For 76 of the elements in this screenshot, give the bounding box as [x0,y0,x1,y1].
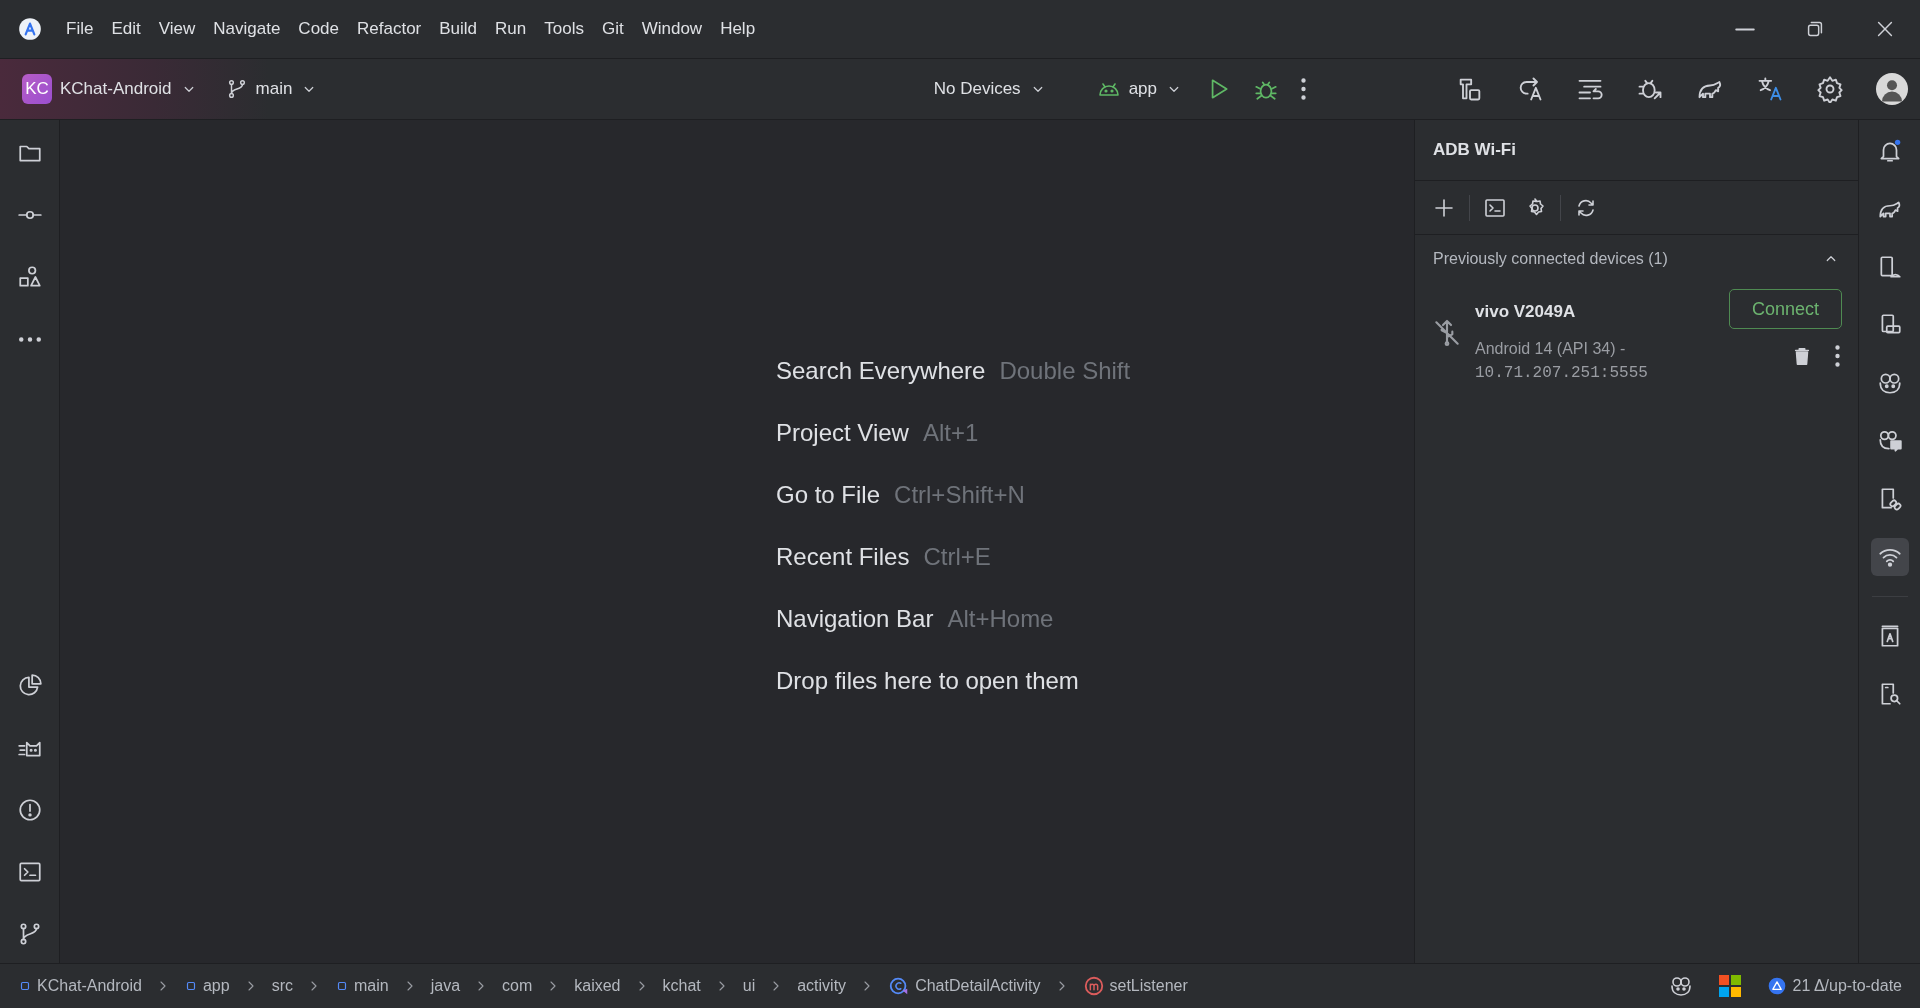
hint-shortcut: Alt+1 [922,418,979,448]
pie-chart-icon [16,673,43,699]
module-icon [18,979,32,993]
hint-action: Drop files here to open them [776,666,1079,696]
menu-item[interactable]: View [152,14,202,44]
menu-item[interactable]: Build [433,14,484,44]
breadcrumb-item[interactable]: main [335,974,389,998]
settings-button[interactable] [1816,75,1844,103]
hint-shortcut: Alt+Home [947,604,1054,634]
app-logo-icon [17,16,43,42]
menu-item[interactable]: Git [595,14,630,44]
hint-shortcut: Double Shift [999,356,1131,386]
bot-chat-icon [1876,428,1903,454]
hint-action: Go to File [776,480,881,510]
project-selector[interactable]: KC KChat-Android [22,74,198,104]
device-label: No Devices [933,78,1021,101]
breadcrumb-item[interactable]: KChat-Android [18,974,142,998]
breadcrumb-item[interactable]: src [271,974,293,998]
breadcrumb-item[interactable]: setListener [1082,974,1188,998]
bot-icon[interactable] [1668,974,1693,998]
four-squares-icon[interactable] [1718,975,1741,997]
hint-action: Project View [776,418,909,448]
more-button[interactable] [1835,345,1840,367]
breadcrumb-item[interactable]: kchat [662,974,701,998]
shapes-icon [16,264,43,290]
menu-item[interactable]: Code [292,14,345,44]
more-vertical-icon [1835,345,1840,367]
hint-action: Recent Files [776,542,910,572]
device-address: 10.71.207.251:5555 [1475,362,1649,384]
breadcrumb-item[interactable]: app [183,974,230,998]
section-title: Previously connected devices (1) [1433,249,1668,269]
connect-button[interactable]: Connect [1728,289,1842,329]
menu-item[interactable]: Run [489,14,533,44]
breadcrumb-item[interactable]: ChatDetailActivity [888,974,1041,998]
menu-item[interactable]: Help [714,14,762,44]
run-configuration-selector[interactable]: app [1096,76,1183,102]
more-button[interactable] [1301,78,1306,100]
project-badge: KC [22,74,52,104]
menu-item[interactable]: Navigate [207,14,287,44]
device-description: Android 14 (API 34) - [1475,338,1627,359]
run-config-name: app [1128,78,1157,101]
wifi-tool-button[interactable] [1870,538,1909,576]
hint-shortcut: Ctrl+Shift+N [894,480,1025,510]
device-name: vivo V2049A [1475,301,1577,323]
hint-action: Search Everywhere [776,356,986,386]
panel-title: ADB Wi-Fi [1433,139,1516,162]
section-header[interactable]: Previously connected devices (1) [1415,235,1858,281]
module-icon [335,979,349,993]
breadcrumb-item[interactable]: java [430,974,461,998]
hint-shortcut: Ctrl+E [923,542,991,572]
breadcrumb-item[interactable]: activity [797,974,847,998]
branch-selector[interactable]: main [225,76,319,102]
translate-icon [1756,75,1784,103]
hint-action: Navigation Bar [776,604,934,634]
more-vertical-icon [1301,78,1306,100]
menu-item[interactable]: Edit [105,14,147,44]
more-icon [17,336,42,342]
settings-icon [1816,75,1844,103]
terminal-icon [16,859,43,885]
breadcrumb-item[interactable]: kaixed [574,974,621,998]
breadcrumb-item[interactable]: com [502,974,533,998]
translate-button[interactable] [1756,75,1784,103]
branch-name: main [255,78,293,101]
menu-item[interactable]: Window [635,14,709,44]
menu-item[interactable]: Tools [538,14,590,44]
project-name: KChat-Android [60,78,172,101]
device-selector[interactable]: No Devices [933,76,1047,102]
breadcrumb-item[interactable]: ui [742,974,756,998]
menu-item[interactable]: Refactor [351,14,428,44]
menu-item[interactable]: File [60,14,100,44]
avatar-button[interactable] [1876,73,1908,105]
bot-icon [1876,370,1903,396]
minimize-icon [1735,27,1755,31]
vcs-status[interactable]: 21 Δ/up-to-date [1766,974,1902,998]
problems-icon [16,797,43,823]
method-icon [1082,975,1105,997]
